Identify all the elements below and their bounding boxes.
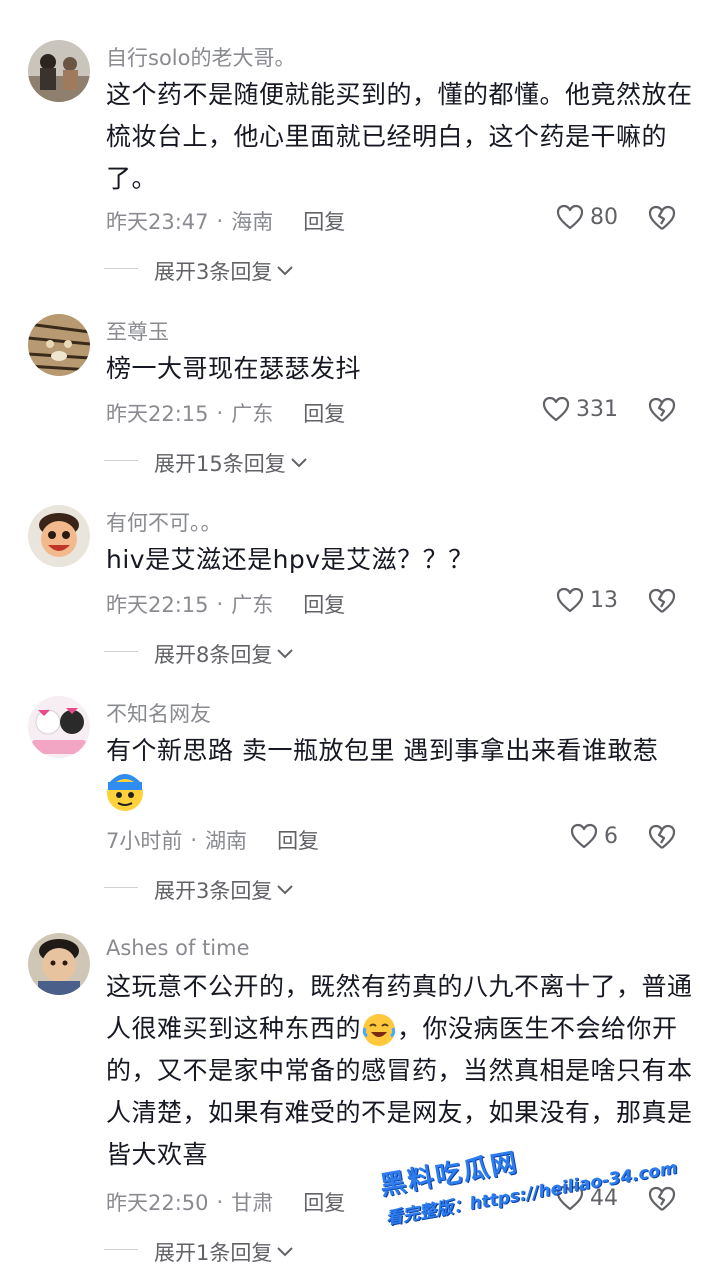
avatar[interactable] — [28, 505, 90, 567]
like-button[interactable]: 6 — [570, 823, 618, 849]
comment-meta: 昨天22:15 · 广东 回复 — [106, 589, 345, 619]
comment-text: 榜一大哥现在瑟瑟发抖 — [106, 354, 362, 383]
chevron-down-icon — [277, 885, 294, 895]
comment-location: 广东 — [231, 593, 274, 617]
dislike-button[interactable] — [648, 824, 676, 854]
expand-replies-label: 展开8条回复 — [154, 643, 273, 667]
avatar[interactable] — [28, 933, 90, 995]
expand-replies-button[interactable]: 展开8条回复 — [104, 639, 294, 669]
broken-heart-icon — [648, 588, 676, 613]
dislike-button[interactable] — [648, 588, 676, 618]
avatar[interactable] — [28, 314, 90, 376]
separator: · — [216, 1190, 224, 1214]
like-count: 80 — [590, 204, 618, 230]
broken-heart-icon — [648, 397, 676, 422]
broken-heart-icon — [648, 1186, 676, 1211]
chevron-down-icon — [277, 1247, 294, 1257]
expand-replies-button[interactable]: 展开15条回复 — [104, 448, 308, 478]
divider — [104, 887, 138, 888]
avatar[interactable] — [28, 40, 90, 102]
chevron-down-icon — [277, 649, 294, 659]
expand-replies-button[interactable]: 展开1条回复 — [104, 1237, 294, 1267]
heart-icon — [570, 823, 598, 849]
comment-meta: 7小时前 · 湖南 回复 — [106, 825, 319, 855]
divider — [104, 268, 138, 269]
broken-heart-icon — [648, 824, 676, 849]
comment-text: 这个药不是随便就能买到的，懂的都懂。他竟然放在梳妆台上，他心里面就已经明白，这个… — [106, 80, 693, 193]
comment-time: 昨天23:47 — [106, 210, 209, 234]
comment-meta: 昨天23:47 · 海南 回复 — [106, 206, 345, 236]
separator: · — [216, 209, 224, 233]
username[interactable]: Ashes of time — [106, 936, 250, 960]
comment-location: 湖南 — [205, 829, 248, 853]
dislike-button[interactable] — [648, 205, 676, 235]
expand-replies-label: 展开15条回复 — [154, 452, 286, 476]
like-button[interactable]: 331 — [542, 396, 618, 422]
like-count: 6 — [604, 823, 618, 849]
reply-button[interactable]: 回复 — [303, 1187, 345, 1217]
comment-meta: 昨天22:50 · 甘肃 回复 — [106, 1187, 345, 1217]
separator: · — [190, 828, 198, 852]
comment-time: 昨天22:15 — [106, 402, 209, 426]
reply-button[interactable]: 回复 — [303, 206, 345, 236]
like-button[interactable]: 13 — [556, 587, 618, 613]
like-count: 13 — [590, 587, 618, 613]
dislike-button[interactable] — [648, 1186, 676, 1216]
like-button[interactable]: 80 — [556, 204, 618, 230]
crying-laughing-emoji-icon — [361, 1012, 397, 1048]
expand-replies-button[interactable]: 展开3条回复 — [104, 256, 294, 286]
username[interactable]: 不知名网友 — [106, 698, 211, 728]
divider — [104, 651, 138, 652]
comment-time: 昨天22:50 — [106, 1191, 209, 1215]
heart-icon — [556, 587, 584, 613]
avatar[interactable] — [28, 696, 90, 758]
username[interactable]: 至尊玉 — [106, 316, 169, 346]
dislike-button[interactable] — [648, 397, 676, 427]
comment-text: hiv是艾滋还是hpv是艾滋？？？ — [106, 545, 474, 574]
like-count: 331 — [576, 396, 618, 422]
chevron-down-icon — [291, 458, 307, 468]
username[interactable]: 自行solo的老大哥。 — [106, 42, 295, 72]
comment-time: 昨天22:15 — [106, 593, 209, 617]
divider — [104, 1249, 138, 1250]
sticker-emoji — [106, 774, 144, 812]
separator: · — [216, 401, 224, 425]
comment-time: 7小时前 — [106, 829, 183, 853]
comment-text: 有个新思路 卖一瓶放包里 遇到事拿出来看谁敢惹 — [106, 736, 659, 765]
chevron-down-icon — [277, 266, 294, 276]
comment-location: 海南 — [231, 210, 274, 234]
expand-replies-label: 展开1条回复 — [154, 1241, 273, 1265]
divider — [104, 460, 138, 461]
separator: · — [216, 592, 224, 616]
expand-replies-label: 展开3条回复 — [154, 879, 273, 903]
reply-button[interactable]: 回复 — [303, 589, 345, 619]
expand-replies-label: 展开3条回复 — [154, 260, 273, 284]
comment-meta: 昨天22:15 · 广东 回复 — [106, 398, 345, 428]
username[interactable]: 有何不可。。 — [106, 507, 222, 537]
comment-location: 甘肃 — [231, 1191, 274, 1215]
reply-button[interactable]: 回复 — [277, 825, 319, 855]
heart-icon — [556, 204, 584, 230]
comment-location: 广东 — [231, 402, 274, 426]
expand-replies-button[interactable]: 展开3条回复 — [104, 875, 294, 905]
heart-icon — [542, 396, 570, 422]
reply-button[interactable]: 回复 — [303, 398, 345, 428]
broken-heart-icon — [648, 205, 676, 230]
